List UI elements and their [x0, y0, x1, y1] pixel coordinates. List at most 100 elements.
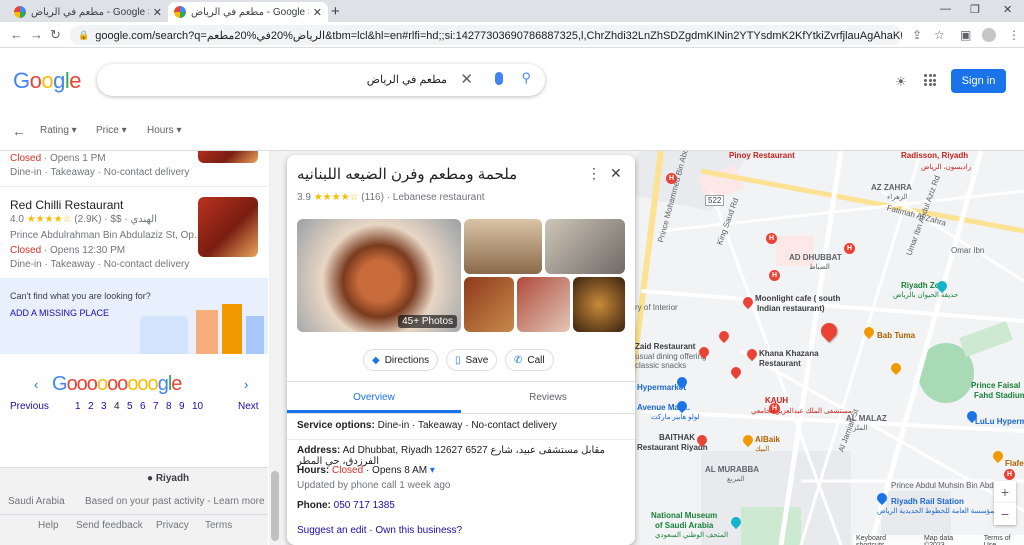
minimize-icon[interactable]: — [940, 3, 951, 15]
rating-filter[interactable]: Rating ▾ [40, 125, 77, 136]
profile-avatar[interactable] [982, 28, 996, 42]
save-button[interactable]: ▯ Save [446, 349, 498, 371]
chevron-down-icon[interactable]: ▾ [430, 465, 435, 476]
search-input[interactable]: مطعم في الرياض [367, 73, 447, 86]
price-filter[interactable]: Price ▾ [96, 125, 127, 136]
tab-overview[interactable]: Overview [287, 385, 461, 409]
photos-badge[interactable]: 45+ Photos [398, 315, 457, 328]
map-label[interactable]: Riyadh Rail Station [891, 497, 964, 506]
page-link[interactable]: 2 [88, 401, 94, 412]
map-label[interactable]: AlBaik [755, 435, 780, 444]
page-link[interactable]: 7 [153, 401, 159, 412]
sign-in-button[interactable]: Sign in [951, 69, 1006, 93]
photo-thumbnail[interactable] [464, 219, 542, 274]
hours-row[interactable]: Hours: Closed · Opens 8 AM ▾ [297, 465, 435, 476]
next-link[interactable]: Next [238, 401, 259, 412]
result-thumbnail[interactable] [198, 197, 258, 257]
scrollbar[interactable] [269, 151, 281, 545]
maximize-icon[interactable]: ❐ [970, 3, 980, 16]
hours-filter[interactable]: Hours ▾ [147, 125, 182, 136]
map-label[interactable]: Prince Faisal [971, 381, 1020, 390]
map-label[interactable]: Fahd Stadium [974, 391, 1024, 400]
clear-search-icon[interactable]: ✕ [460, 70, 473, 88]
map-label[interactable]: Flafe [1005, 459, 1024, 468]
photo-thumbnail[interactable] [545, 219, 625, 274]
more-options-icon[interactable]: ⋮ [587, 165, 601, 182]
map-label[interactable]: Restaurant [759, 359, 801, 368]
map-label[interactable]: Zaid Restaurant [635, 342, 695, 351]
prev-chevron-icon[interactable]: ‹ [34, 377, 38, 392]
map-label[interactable]: Khana Khazana [759, 349, 819, 358]
hospital-icon[interactable]: H [766, 233, 777, 244]
result-thumbnail[interactable] [198, 151, 258, 163]
map-label[interactable]: Restaurant Riyadh [637, 443, 708, 452]
map-label[interactable]: LuLu Hyperma [975, 417, 1024, 426]
bookmark-star-icon[interactable]: ☆ [934, 28, 945, 42]
menu-kebab-icon[interactable]: ⋮ [1008, 28, 1020, 42]
next-chevron-icon[interactable]: › [244, 377, 248, 392]
map-label[interactable]: KAUH [765, 396, 788, 405]
page-link[interactable]: 1 [75, 401, 81, 412]
map-label[interactable]: Bab Tuma [877, 331, 915, 340]
map-label[interactable]: Indian restaurant) [757, 304, 825, 313]
back-icon[interactable]: ← [10, 27, 23, 42]
location-source-link[interactable]: Based on your past activity - Learn more [85, 496, 265, 507]
url-field[interactable]: 🔒 google.com/search?q=الرياض%20في%20مطعم… [70, 25, 902, 45]
result-name[interactable]: Red Chilli Restaurant [10, 198, 123, 212]
hospital-icon[interactable]: H [1004, 469, 1015, 480]
map-label[interactable]: BAITHAK [659, 433, 695, 442]
theme-toggle-icon[interactable]: ☀ [895, 74, 907, 90]
back-arrow-icon[interactable]: ← [12, 123, 26, 139]
photo-thumbnail[interactable] [464, 277, 514, 332]
page-link[interactable]: 9 [179, 401, 185, 412]
page-link[interactable]: 3 [101, 401, 107, 412]
close-tab-icon[interactable]: ✕ [153, 6, 162, 19]
terms-of-use-link[interactable]: Terms of Use [984, 535, 1024, 545]
share-icon[interactable]: ⇪ [912, 28, 922, 42]
phone-link[interactable]: 050 717 1385 [334, 500, 395, 511]
zoom-out-button[interactable]: − [994, 503, 1016, 525]
map-label[interactable]: Pinoy Restaurant [729, 151, 795, 160]
keyboard-shortcuts-link[interactable]: Keyboard shortcuts [856, 535, 915, 545]
new-tab-icon[interactable]: + [331, 3, 340, 20]
close-icon[interactable]: ✕ [610, 165, 622, 182]
tab-reviews[interactable]: Reviews [461, 385, 635, 409]
previous-link[interactable]: Previous [10, 401, 49, 412]
send-feedback-link[interactable]: Send feedback [76, 520, 143, 531]
call-button[interactable]: ✆ Call [505, 349, 554, 371]
side-panel-icon[interactable]: ▣ [960, 28, 971, 42]
browser-tab-active[interactable]: مطعم في الرياض - Google Search ✕ [168, 2, 328, 22]
close-window-icon[interactable]: ✕ [1003, 3, 1012, 16]
photo-thumbnail[interactable] [573, 277, 625, 332]
hospital-icon[interactable]: H [844, 243, 855, 254]
reload-icon[interactable]: ↻ [50, 27, 61, 43]
map-label[interactable]: Radisson, Riyadh [901, 151, 968, 160]
zoom-in-button[interactable]: + [994, 481, 1016, 503]
browser-tab[interactable]: مطعم في الرياض - Google Search ✕ [8, 2, 168, 22]
map-label[interactable]: National Museum [651, 511, 717, 520]
photo-thumbnail[interactable] [517, 277, 570, 332]
page-link[interactable]: 10 [192, 401, 203, 412]
add-missing-place-link[interactable]: ADD A MISSING PLACE [10, 308, 109, 318]
microphone-icon[interactable] [495, 72, 503, 85]
map-label[interactable]: Moonlight cafe ( south [755, 294, 840, 303]
terms-link[interactable]: Terms [205, 520, 232, 531]
hospital-icon[interactable]: H [769, 270, 780, 281]
own-business-link[interactable]: Own this business? [375, 525, 462, 536]
google-apps-icon[interactable] [924, 74, 936, 86]
page-link[interactable]: 6 [140, 401, 146, 412]
map-label[interactable]: of Saudi Arabia [655, 521, 713, 530]
google-logo[interactable]: Google [13, 68, 82, 94]
search-box[interactable]: مطعم في الرياض ✕ ⚲ [97, 64, 545, 96]
privacy-link[interactable]: Privacy [156, 520, 189, 531]
search-icon[interactable]: ⚲ [521, 70, 531, 86]
scrollbar-thumb[interactable] [271, 471, 279, 541]
close-tab-icon[interactable]: ✕ [313, 6, 322, 19]
page-link[interactable]: 8 [166, 401, 172, 412]
suggest-edit-link[interactable]: Suggest an edit [297, 525, 367, 536]
page-link[interactable]: 5 [127, 401, 133, 412]
directions-button[interactable]: ◆ Directions [363, 349, 439, 371]
main-photo[interactable]: 45+ Photos [297, 219, 461, 332]
forward-icon[interactable]: → [30, 27, 43, 42]
help-link[interactable]: Help [38, 520, 59, 531]
